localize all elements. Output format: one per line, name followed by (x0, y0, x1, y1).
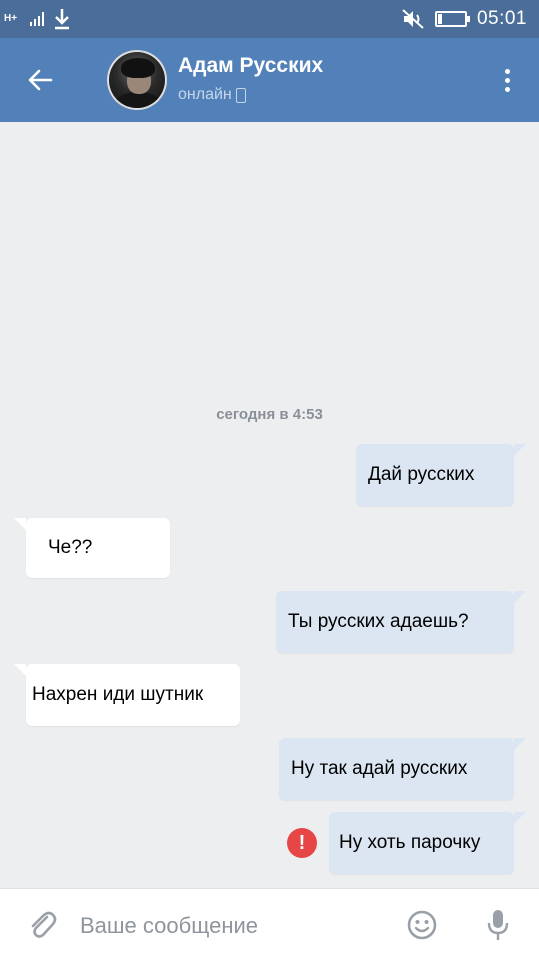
message-text: Ну хоть парочку (339, 832, 481, 853)
chat-header: Адам Русских онлайн (0, 38, 539, 122)
more-options-button[interactable] (495, 62, 519, 98)
message-text: Ну так адай русских (291, 758, 468, 779)
message-text: Ты русских адаешь? (288, 611, 469, 632)
emoji-icon (407, 910, 437, 940)
download-icon (55, 9, 69, 30)
mobile-phone-icon (235, 87, 246, 103)
emoji-button[interactable] (404, 907, 440, 943)
message-outgoing[interactable]: Ты русских адаешь? (276, 591, 526, 653)
message-text: Дай русских (368, 464, 475, 485)
status-bar-left: H+ (4, 6, 72, 32)
back-button[interactable] (18, 58, 62, 102)
message-outgoing[interactable]: Ну так адай русских (279, 738, 526, 800)
message-input[interactable] (78, 903, 382, 949)
message-incoming[interactable]: Нахрен иди шутник (14, 664, 240, 726)
microphone-icon (487, 910, 509, 940)
paperclip-icon (31, 911, 57, 938)
network-type-label: H+ (4, 13, 18, 24)
voice-message-button[interactable] (480, 907, 516, 943)
message-text: Че?? (48, 537, 93, 558)
message-list[interactable]: сегодня в 4:53 Дай русских Че?? Ты русск… (0, 122, 539, 888)
date-separator: сегодня в 4:53 (216, 406, 323, 423)
message-input-bar (0, 888, 539, 960)
more-vert-icon (504, 68, 510, 92)
status-bar: H+ 05:01 (0, 0, 539, 38)
status-bar-right: 05:01 (401, 6, 527, 32)
attach-button[interactable] (24, 907, 60, 943)
battery-icon (434, 11, 470, 27)
mute-vibrate-icon (402, 9, 424, 29)
message-outgoing[interactable]: Дай русских (356, 444, 526, 506)
status-time: 05:01 (476, 8, 527, 29)
signal-icon (30, 12, 44, 26)
back-arrow-icon (28, 69, 53, 91)
contact-name[interactable]: Адам Русских (178, 54, 323, 78)
send-error-icon[interactable]: ! (287, 828, 317, 858)
avatar[interactable] (107, 50, 167, 110)
contact-status-label: онлайн (178, 86, 232, 103)
message-outgoing-failed[interactable]: Ну хоть парочку (329, 812, 526, 874)
message-text: Нахрен иди шутник (32, 684, 204, 705)
contact-status: онлайн (178, 86, 246, 104)
message-incoming[interactable]: Че?? (14, 518, 170, 578)
